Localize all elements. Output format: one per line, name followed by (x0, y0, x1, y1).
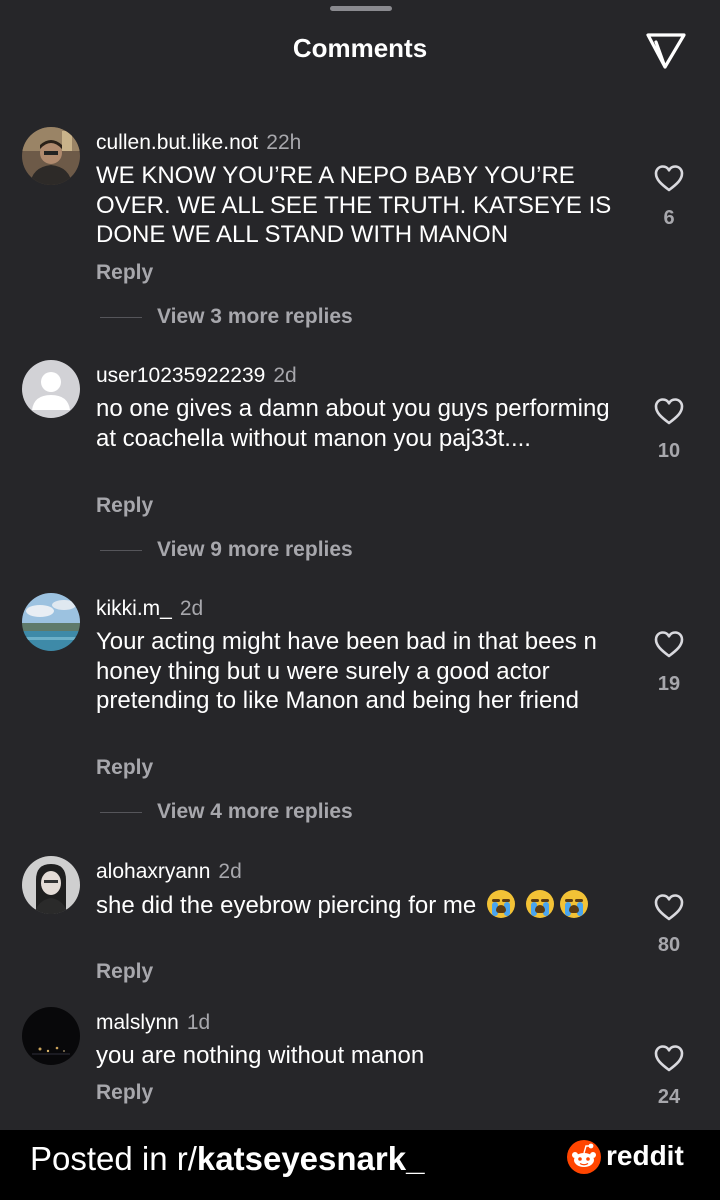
comment-text-content: she did the eyebrow piercing for me (96, 892, 477, 919)
comments-sheet: Comments cullen.but.like.not 22h WE KNOW … (0, 0, 720, 1130)
reply-button[interactable]: Reply (96, 494, 153, 518)
replies-divider (100, 550, 142, 551)
comment-meta: alohaxryann 2d (96, 860, 242, 884)
comment-text: you are nothing without manon (96, 1042, 425, 1069)
reddit-footer: Posted in r/katseyesnark_ reddit (0, 1130, 720, 1200)
comment-time: 1d (186, 1011, 211, 1034)
view-more-replies-button[interactable]: View 3 more replies (157, 305, 353, 329)
comment-text: she did the eyebrow piercing for me (96, 890, 616, 921)
loudly-crying-emoji-icon (525, 890, 554, 918)
like-button[interactable] (651, 163, 687, 193)
avatar[interactable] (22, 360, 80, 418)
avatar[interactable] (22, 1007, 80, 1065)
like-count: 19 (657, 673, 681, 695)
heart-icon (654, 631, 684, 658)
like-button[interactable] (651, 629, 687, 659)
comment-text: WE KNOW YOU’RE A NEPO BABY YOU’RE OVER. … (96, 162, 612, 248)
like-count: 24 (657, 1086, 681, 1108)
comment-time: 2d (179, 597, 204, 620)
comment-text: Your acting might have been bad in that … (96, 628, 597, 714)
comment-meta: malslynn 1d (96, 1011, 210, 1035)
posted-in-text: Posted in r/katseyesnark_ (30, 1140, 424, 1178)
replies-divider (100, 812, 142, 813)
comment-meta: kikki.m_ 2d (96, 597, 203, 621)
reply-button[interactable]: Reply (96, 1081, 153, 1105)
reply-button[interactable]: Reply (96, 960, 153, 984)
like-button[interactable] (651, 892, 687, 922)
heart-icon (654, 894, 684, 921)
like-count: 10 (657, 440, 681, 462)
view-more-replies-button[interactable]: View 4 more replies (157, 800, 353, 824)
comment-time: 2d (218, 860, 242, 883)
subreddit-name[interactable]: katseyesnark_ (197, 1140, 425, 1177)
comment-username[interactable]: malslynn (96, 1011, 179, 1034)
comment-time: 2d (273, 364, 297, 387)
view-more-replies-button[interactable]: View 9 more replies (157, 538, 353, 562)
comment-username[interactable]: user10235922239 (96, 364, 265, 387)
replies-divider (100, 317, 142, 318)
heart-icon (654, 165, 684, 192)
comment-text: no one gives a damn about you guys perfo… (96, 395, 610, 452)
reddit-logo-icon (567, 1140, 601, 1174)
avatar[interactable] (22, 593, 80, 651)
loudly-crying-emoji-icon (486, 890, 515, 918)
like-button[interactable] (651, 396, 687, 426)
posted-in-prefix: Posted in r/ (30, 1140, 197, 1177)
comment-username[interactable]: alohaxryann (96, 860, 210, 883)
comment-username[interactable]: kikki.m_ (96, 597, 172, 620)
reply-button[interactable]: Reply (96, 756, 153, 780)
comment-meta: cullen.but.like.not 22h (96, 131, 301, 155)
comment-meta: user10235922239 2d (96, 364, 297, 388)
like-count: 6 (663, 207, 675, 229)
like-count: 80 (657, 934, 681, 956)
drag-handle[interactable] (330, 6, 392, 11)
heart-icon (654, 1045, 684, 1072)
heart-icon (654, 398, 684, 425)
comment-username[interactable]: cullen.but.like.not (96, 131, 258, 154)
reddit-wordmark: reddit (606, 1140, 684, 1171)
loudly-crying-emoji-icon (560, 890, 589, 918)
avatar[interactable] (22, 127, 80, 185)
reply-button[interactable]: Reply (96, 261, 153, 285)
sheet-title: Comments (292, 33, 428, 63)
avatar[interactable] (22, 856, 80, 914)
like-button[interactable] (651, 1043, 687, 1073)
comment-time: 22h (266, 131, 302, 154)
paper-plane-icon[interactable] (642, 28, 690, 72)
